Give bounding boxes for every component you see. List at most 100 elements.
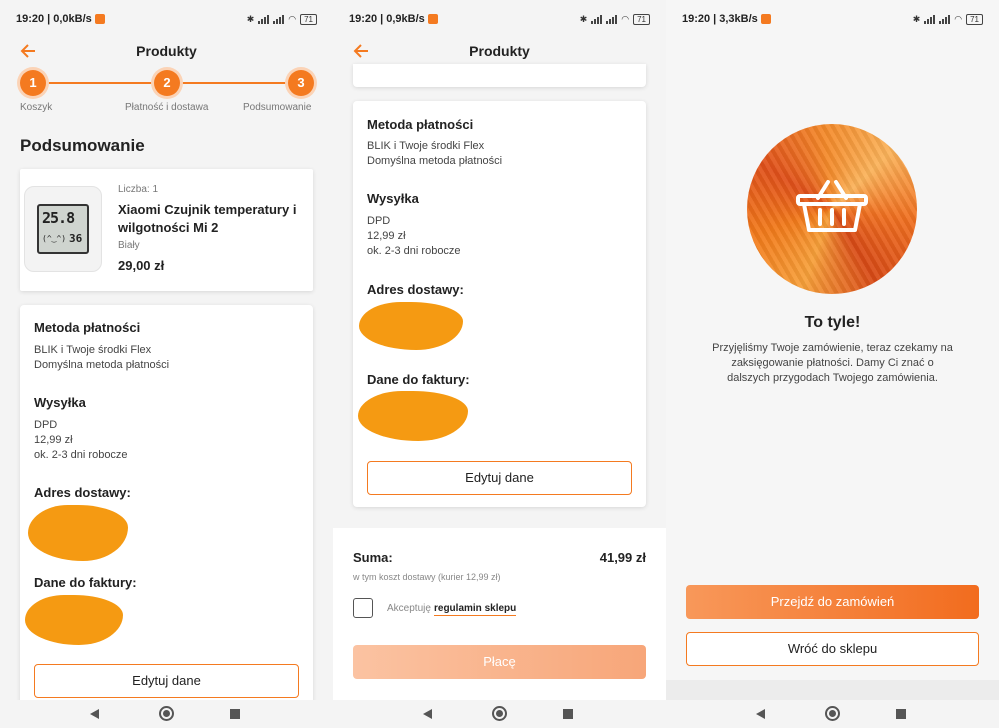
signal-icon-2 xyxy=(939,14,951,24)
shipping-time: ok. 2-3 dni robocze xyxy=(34,449,128,461)
bluetooth-icon: ✱ xyxy=(912,13,921,24)
status-speed: 0,0kB/s xyxy=(53,13,92,25)
signal-icon-2 xyxy=(606,14,618,24)
battery-icon: 71 xyxy=(300,13,317,25)
status-time: 19:20 xyxy=(682,13,711,25)
shipping-carrier: DPD xyxy=(367,215,391,227)
system-navbar xyxy=(666,700,999,728)
nav-recents-icon[interactable] xyxy=(563,709,573,719)
status-bar: 19:20 | 0,0kB/s ✱ ◠ 71 xyxy=(0,0,333,38)
order-details-card: Metoda płatności BLIK i Twoje środki Fle… xyxy=(20,305,313,705)
success-illustration xyxy=(747,124,917,294)
go-to-orders-button[interactable]: Przejdź do zamówień xyxy=(686,585,979,619)
screen-summary-scrolled: 19:20 | 0,9kB/s ✱ ◠ 71 Produkty Metoda p… xyxy=(333,0,666,728)
nav-home-icon[interactable] xyxy=(825,706,840,721)
nav-back-icon[interactable] xyxy=(423,709,432,719)
status-time: 19:20 xyxy=(349,13,378,25)
step-label-1: Koszyk xyxy=(20,102,53,113)
product-card-partial xyxy=(353,64,646,87)
redacted-address xyxy=(359,302,463,350)
product-variant: Biały xyxy=(118,240,140,251)
wifi-icon: ◠ xyxy=(621,13,630,24)
nav-home-icon[interactable] xyxy=(492,706,507,721)
page-header: Produkty xyxy=(0,38,333,64)
payment-method-title: Metoda płatności xyxy=(34,320,141,335)
product-name[interactable]: Xiaomi Czujnik temperatury i wilgotności… xyxy=(118,201,308,237)
screen-summary: 19:20 | 0,0kB/s ✱ ◠ 71 Produkty 1 2 3 Ko… xyxy=(0,0,333,728)
wifi-icon: ◠ xyxy=(288,13,297,24)
wifi-icon: ◠ xyxy=(954,13,963,24)
page-title: Produkty xyxy=(136,43,197,59)
bluetooth-icon: ✱ xyxy=(579,13,588,24)
payment-method-line2: Domyślna metoda płatności xyxy=(34,359,170,371)
sum-label: Suma: xyxy=(353,550,393,565)
invoice-title: Dane do faktury: xyxy=(34,575,137,590)
signal-icon-2 xyxy=(273,14,285,24)
screen-order-confirmation: 19:20 | 3,3kB/s ✱ ◠ 71 To tyle! Przyjęli… xyxy=(666,0,999,728)
step-2[interactable]: 2 xyxy=(154,70,180,96)
payment-method-line1: BLIK i Twoje środki Flex xyxy=(367,140,485,152)
back-arrow-icon[interactable] xyxy=(351,38,371,64)
back-to-shop-button[interactable]: Wróć do sklepu xyxy=(686,632,979,666)
redacted-invoice xyxy=(358,391,468,441)
page-header: Produkty xyxy=(333,38,666,64)
payment-method-title: Metoda płatności xyxy=(367,117,474,132)
signal-icon xyxy=(591,14,603,24)
terms-link[interactable]: regulamin sklepu xyxy=(434,603,517,616)
order-details-card: Metoda płatności BLIK i Twoje środki Fle… xyxy=(353,101,646,507)
notification-icon xyxy=(427,14,438,24)
product-price: 29,00 zł xyxy=(118,258,165,273)
edit-data-button[interactable]: Edytuj dane xyxy=(367,461,632,495)
basket-icon xyxy=(796,180,868,232)
checkout-footer: Suma: 41,99 zł w tym koszt dostawy (kuri… xyxy=(333,528,666,700)
step-label-2: Płatność i dostawa xyxy=(125,102,209,113)
nav-back-icon[interactable] xyxy=(90,709,99,719)
shipping-time: ok. 2-3 dni robocze xyxy=(367,245,461,257)
nav-recents-icon[interactable] xyxy=(230,709,240,719)
shipping-title: Wysyłka xyxy=(34,395,86,410)
edit-data-button[interactable]: Edytuj dane xyxy=(34,664,299,698)
success-title: To tyle! xyxy=(804,314,861,331)
system-navbar xyxy=(333,700,666,728)
address-title: Adres dostawy: xyxy=(34,485,131,500)
battery-icon: 71 xyxy=(966,13,983,25)
status-time: 19:20 xyxy=(16,13,45,25)
status-bar: 19:20 | 0,9kB/s ✱ ◠ 71 xyxy=(333,0,666,38)
notification-icon xyxy=(94,14,105,24)
back-arrow-icon[interactable] xyxy=(18,38,38,64)
product-quantity: Liczba: 1 xyxy=(118,184,159,195)
payment-method-line1: BLIK i Twoje środki Flex xyxy=(34,344,152,356)
signal-icon xyxy=(258,14,270,24)
address-title: Adres dostawy: xyxy=(367,282,464,297)
page-title: Produkty xyxy=(469,43,530,59)
shipping-price: 12,99 zł xyxy=(367,230,406,242)
redacted-invoice xyxy=(25,595,123,645)
status-bar: 19:20 | 3,3kB/s ✱ ◠ 71 xyxy=(666,0,999,38)
nav-recents-icon[interactable] xyxy=(896,709,906,719)
status-speed: 3,3kB/s xyxy=(719,13,758,25)
bluetooth-icon: ✱ xyxy=(246,13,255,24)
step-3[interactable]: 3 xyxy=(288,70,314,96)
notification-icon xyxy=(760,14,771,24)
invoice-title: Dane do faktury: xyxy=(367,372,470,387)
sum-note: w tym koszt dostawy (kurier 12,99 zł) xyxy=(353,572,501,582)
nav-home-icon[interactable] xyxy=(159,706,174,721)
product-card[interactable]: 25.8 (^‿^) 36 Liczba: 1 Xiaomi Czujnik t… xyxy=(20,169,313,291)
redacted-address xyxy=(28,505,128,561)
step-label-3: Podsumowanie xyxy=(243,102,312,113)
battery-icon: 71 xyxy=(633,13,650,25)
product-image: 25.8 (^‿^) 36 xyxy=(24,186,102,272)
accept-label: Akceptuję xyxy=(387,603,431,614)
success-message: Przyjęliśmy Twoje zamówienie, teraz czek… xyxy=(712,342,953,384)
shipping-carrier: DPD xyxy=(34,419,58,431)
step-1[interactable]: 1 xyxy=(20,70,46,96)
pay-button[interactable]: Płacę xyxy=(353,645,646,679)
display-humidity: 36 xyxy=(69,232,83,245)
accept-terms-checkbox[interactable] xyxy=(353,598,373,618)
nav-back-icon[interactable] xyxy=(756,709,765,719)
status-speed: 0,9kB/s xyxy=(386,13,425,25)
shipping-title: Wysyłka xyxy=(367,191,419,206)
summary-heading: Podsumowanie xyxy=(20,136,145,155)
shipping-price: 12,99 zł xyxy=(34,434,73,446)
checkout-stepper: 1 2 3 xyxy=(20,70,314,96)
